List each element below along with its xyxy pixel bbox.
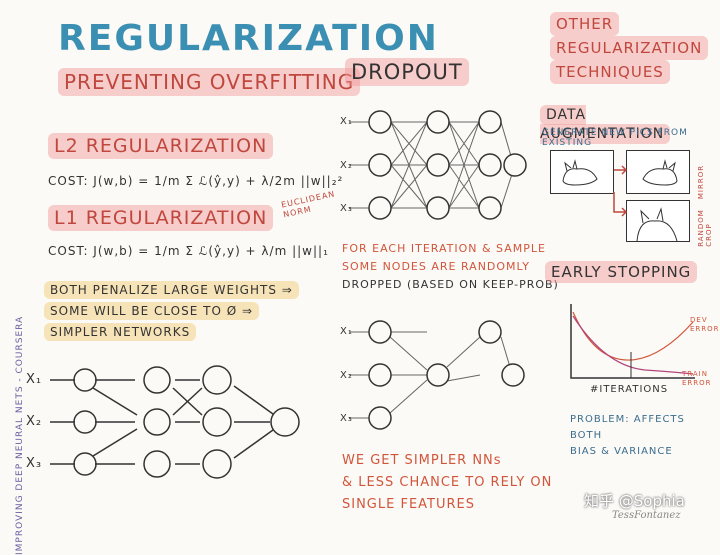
both-line-2: SOME WILL BE CLOSE TO Ø ⇒ (44, 302, 260, 320)
l-regularization-network (50, 365, 300, 479)
conclusion-line-2: & LESS CHANCE TO RELY ON (342, 475, 553, 490)
watermark: 知乎 @Sophia (584, 492, 685, 510)
conclusion-line-3: SINGLE FEATURES (342, 497, 476, 512)
l1-heading: L1 REGULARIZATION (48, 205, 274, 231)
train-error-label: TRAIN ERROR (682, 370, 712, 387)
input-x3-label: X₃ (26, 456, 43, 471)
mirrored-cat-icon (642, 159, 678, 186)
dropout-conclusion: WE GET SIMPLER NNs & LESS CHANCE TO RELY… (342, 450, 552, 516)
dropout-full-network (349, 110, 527, 220)
train-error-curve (572, 315, 694, 375)
both-note: BOTH PENALIZE LARGE WEIGHTS ⇒ SOME WILL … (44, 280, 299, 343)
cat-icon (562, 159, 598, 186)
thin-x2-label: X₂ (340, 370, 353, 381)
dropout-note-line-2: SOME NODES ARE RANDOMLY (342, 260, 530, 273)
dropout-note-line-3: DROPPED (BASED ON KEEP-PROB) (342, 278, 559, 291)
dropout-thinned-network (349, 320, 525, 430)
dropout-x1-label: X₁ (340, 116, 353, 127)
both-line-3: SIMPLER NETWORKS (44, 323, 197, 341)
l2-cost-formula: COST: J(w,b) = 1/m Σ ℒ(ŷ,y) + λ/2m ||w||… (48, 174, 344, 188)
dropout-note: FOR EACH ITERATION & SAMPLE SOME NODES A… (342, 240, 559, 294)
page-subtitle: PREVENTING OVERFITTING (58, 68, 361, 96)
early-stopping-heading: EARLY STOPPING (545, 261, 698, 283)
problem-line-2: BIAS & VARIANCE (570, 446, 673, 457)
conclusion-line-1: WE GET SIMPLER NNs (342, 453, 502, 468)
dropout-x2-label: X₂ (340, 160, 353, 171)
other-heading-line-3: TECHNIQUES (550, 60, 670, 84)
dev-error-curve (572, 311, 694, 361)
other-heading-line-2: REGULARIZATION (550, 36, 709, 60)
other-heading-line-1: OTHER (550, 12, 620, 36)
problem-line-1: PROBLEM: AFFECTS BOTH (570, 414, 685, 441)
thin-x3-label: X₃ (340, 413, 353, 424)
crop-cat-panel (626, 200, 690, 242)
mirror-label: MIRROR (697, 164, 706, 200)
thin-x1-label: X₁ (340, 326, 353, 337)
data-augmentation-desc: GENERATE NEW PICS FROM EXISTING (542, 128, 688, 148)
early-stopping-problem: PROBLEM: AFFECTS BOTH BIAS & VARIANCE (570, 412, 720, 460)
augmentation-arrows (613, 165, 628, 217)
mirror-cat-panel (626, 150, 690, 194)
page-title: REGULARIZATION (58, 18, 439, 59)
other-heading: OTHER REGULARIZATION TECHNIQUES (550, 12, 709, 84)
cropped-cat-icon (636, 207, 678, 242)
random-crop-label: RANDOM CROP (696, 209, 713, 247)
dropout-note-line-1: FOR EACH ITERATION & SAMPLE (342, 242, 546, 255)
l2-heading: L2 REGULARIZATION (48, 133, 274, 159)
both-line-1: BOTH PENALIZE LARGE WEIGHTS ⇒ (44, 281, 299, 299)
original-cat-panel (550, 150, 614, 194)
signature: TessFontanez (612, 510, 681, 521)
euclidean-norm-note: EUCLIDEAN NORM (280, 189, 337, 220)
input-x1-label: X₁ (26, 372, 43, 387)
dropout-heading: DROPOUT (345, 58, 469, 86)
dev-error-label: DEV ERROR (690, 316, 720, 333)
input-x2-label: X₂ (26, 414, 43, 429)
l1-cost-formula: COST: J(w,b) = 1/m Σ ℒ(ŷ,y) + λ/m ||w||₁ (48, 244, 329, 258)
dropout-x3-label: X₃ (340, 203, 353, 214)
iterations-label: #ITERATIONS (590, 384, 669, 395)
